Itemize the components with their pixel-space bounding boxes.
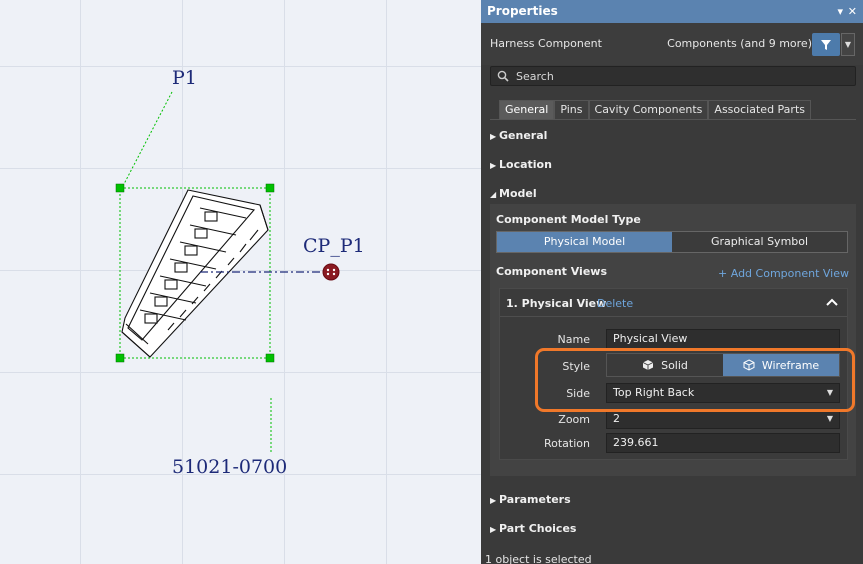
collapse-icon: ◢ xyxy=(490,190,497,199)
expand-icon: ▶ xyxy=(490,496,497,505)
delete-view-link[interactable]: Delete xyxy=(597,297,633,310)
filter-button[interactable] xyxy=(812,33,840,56)
selection-status: 1 object is selected xyxy=(485,553,592,564)
dropdown-arrow-icon: ▼ xyxy=(826,414,833,423)
object-kind: Harness Component xyxy=(490,37,602,50)
schematic-canvas[interactable]: P1 CP_P1 51021-0700 xyxy=(0,0,481,564)
section-general[interactable]: ▶ General xyxy=(490,129,547,142)
panel-title-bar: Properties ▾ ✕ xyxy=(481,0,863,23)
filter-icon xyxy=(821,39,831,50)
name-label: Name xyxy=(557,333,590,346)
object-header: Harness Component Components (and 9 more… xyxy=(481,23,863,65)
component-view-title: 1. Physical View xyxy=(506,297,607,310)
connector-wireframe xyxy=(121,189,269,358)
component-views-heading: Component Views xyxy=(496,265,607,278)
model-type-heading: Component Model Type xyxy=(496,213,641,226)
tab-cavity-components[interactable]: Cavity Components xyxy=(588,100,709,119)
search-placeholder: Search xyxy=(516,70,554,83)
property-tabs: General Pins Cavity Components Associate… xyxy=(499,100,811,119)
graphical-symbol-option[interactable]: Graphical Symbol xyxy=(672,232,847,252)
search-icon xyxy=(497,70,509,82)
search-input[interactable]: Search xyxy=(490,66,856,86)
add-component-view-link[interactable]: + Add Component View xyxy=(718,267,849,280)
pin-node xyxy=(322,263,340,281)
zoom-label: Zoom xyxy=(558,413,590,426)
pin-label[interactable]: CP_P1 xyxy=(303,235,365,257)
rotation-label: Rotation xyxy=(543,437,590,450)
expand-icon: ▶ xyxy=(490,161,497,170)
model-type-toggle: Physical Model Graphical Symbol xyxy=(496,231,848,253)
panel-title: Properties xyxy=(487,4,558,18)
filter-dropdown-button[interactable]: ▼ xyxy=(841,33,855,56)
callout-highlight xyxy=(535,348,855,412)
expand-icon: ▶ xyxy=(490,525,497,534)
harness-drawing xyxy=(115,91,340,452)
part-number-label[interactable]: 51021-0700 xyxy=(172,456,287,478)
section-part-choices[interactable]: ▶ Part Choices xyxy=(490,522,576,535)
close-icon[interactable]: ✕ xyxy=(848,0,857,23)
tab-general[interactable]: General xyxy=(499,100,555,119)
zoom-select[interactable]: 2 ▼ xyxy=(606,409,840,429)
chevron-up-icon[interactable] xyxy=(825,295,839,309)
properties-panel: Properties ▾ ✕ Harness Component Compone… xyxy=(481,0,863,564)
section-parameters[interactable]: ▶ Parameters xyxy=(490,493,571,506)
component-view-header[interactable]: 1. Physical View Delete xyxy=(500,289,847,317)
physical-model-option[interactable]: Physical Model xyxy=(497,232,672,252)
tab-pins[interactable]: Pins xyxy=(554,100,589,119)
tab-associated-parts[interactable]: Associated Parts xyxy=(708,100,811,119)
section-model[interactable]: ◢ Model xyxy=(490,187,537,200)
rotation-field[interactable]: 239.661 xyxy=(606,433,840,453)
section-location[interactable]: ▶ Location xyxy=(490,158,552,171)
panel-menu-icon[interactable]: ▾ xyxy=(837,0,843,23)
expand-icon: ▶ xyxy=(490,132,497,141)
selection-scope: Components (and 9 more) xyxy=(667,37,812,50)
ref-designator-label[interactable]: P1 xyxy=(172,67,197,89)
model-section-body: Component Model Type Physical Model Grap… xyxy=(490,204,856,476)
name-field[interactable]: Physical View xyxy=(606,329,840,349)
